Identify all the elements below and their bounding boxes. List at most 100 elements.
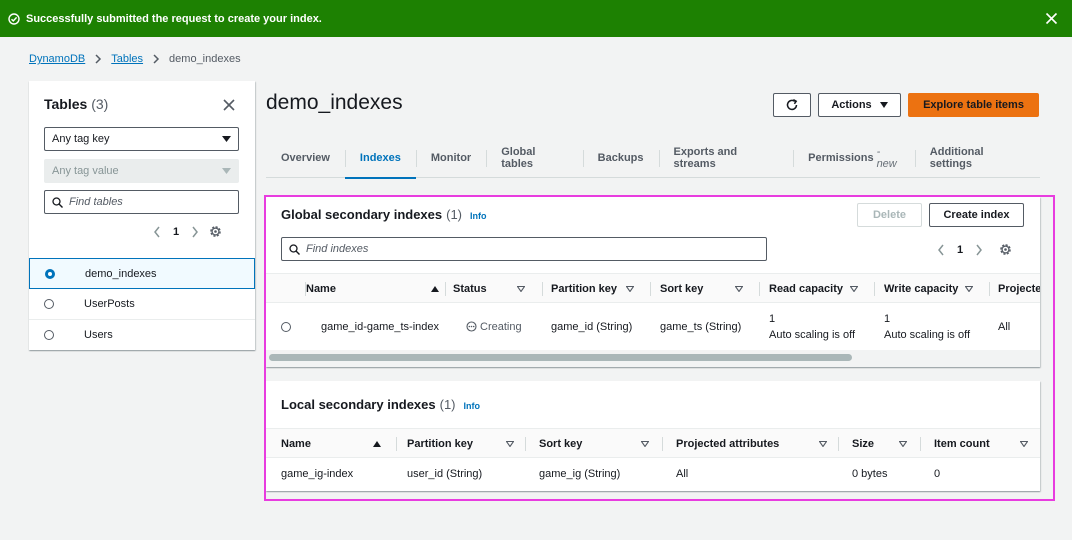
caret-down-icon bbox=[626, 286, 634, 292]
column-projected-attributes[interactable]: Projected attributes bbox=[662, 429, 831, 458]
column-partition-key[interactable]: Partition key bbox=[542, 274, 635, 303]
tab-indexes[interactable]: Indexes bbox=[344, 139, 416, 179]
caret-down-icon bbox=[879, 102, 888, 108]
column-label: Projected attributes bbox=[676, 437, 780, 450]
column-write-capacity[interactable]: Write capacity bbox=[874, 274, 979, 303]
status-text: Creating bbox=[480, 321, 522, 333]
lsi-info-link[interactable]: Info bbox=[464, 401, 481, 411]
tab-label: Exports and streams bbox=[673, 146, 738, 170]
column-item-count[interactable]: Item count bbox=[920, 429, 1034, 458]
gsi-pagination: 1 bbox=[937, 243, 1012, 256]
tab-label: Global tables bbox=[501, 146, 536, 170]
success-check-icon bbox=[8, 12, 20, 25]
caret-down-icon bbox=[965, 286, 973, 292]
breadcrumb-tables[interactable]: Tables bbox=[111, 53, 143, 65]
caret-down-icon bbox=[517, 286, 525, 292]
flash-message: Successfully submitted the request to cr… bbox=[26, 12, 322, 25]
find-indexes-input[interactable]: Find indexes bbox=[281, 237, 767, 261]
column-projected[interactable]: Projecte bbox=[989, 274, 1040, 303]
radio-button[interactable] bbox=[44, 329, 54, 340]
caret-down-icon bbox=[819, 441, 827, 447]
radio-button[interactable] bbox=[281, 322, 291, 332]
gsi-header: Global secondary indexes (1) Info bbox=[281, 207, 487, 222]
tab-overview[interactable]: Overview bbox=[266, 139, 345, 178]
create-index-button[interactable]: Create index bbox=[929, 203, 1024, 227]
write-scaling-value: Auto scaling is off bbox=[884, 329, 971, 341]
projected-value: All bbox=[676, 468, 689, 480]
search-icon bbox=[52, 197, 63, 208]
column-label: Status bbox=[453, 282, 487, 295]
column-partition-key[interactable]: Partition key bbox=[396, 429, 517, 458]
gear-icon[interactable] bbox=[209, 225, 222, 238]
column-sort-key[interactable]: Sort key bbox=[650, 274, 744, 303]
gear-icon[interactable] bbox=[999, 243, 1012, 256]
tab-additional-settings[interactable]: Additional settings bbox=[914, 139, 1040, 178]
chevron-right-icon bbox=[95, 54, 102, 64]
in-progress-icon bbox=[466, 321, 477, 332]
page-number[interactable]: 1 bbox=[957, 244, 963, 256]
write-capacity-value: 1 bbox=[884, 313, 891, 325]
caret-down-icon bbox=[850, 286, 858, 292]
page-number[interactable]: 1 bbox=[173, 226, 179, 238]
gsi-count: (1) bbox=[446, 207, 463, 222]
find-tables-input[interactable]: Find tables bbox=[44, 190, 239, 214]
radio-button[interactable] bbox=[44, 299, 54, 309]
tab-label: Additional settings bbox=[929, 146, 984, 170]
tab-exports-and-streams[interactable]: Exports and streams bbox=[658, 139, 794, 178]
table-row-demo-indexes[interactable]: demo_indexes bbox=[29, 258, 255, 289]
caret-down-icon bbox=[222, 136, 231, 142]
read-capacity-value: 1 bbox=[769, 313, 776, 325]
index-name: game_id-game_ts-index bbox=[321, 321, 440, 333]
caret-down-icon bbox=[899, 441, 907, 447]
chevron-right-icon bbox=[153, 54, 160, 64]
close-icon[interactable] bbox=[1045, 12, 1058, 25]
tab-label: Backups bbox=[597, 152, 644, 164]
tab-monitor[interactable]: Monitor bbox=[415, 139, 486, 178]
tag-key-select[interactable]: Any tag key bbox=[44, 127, 239, 151]
horizontal-scrollbar[interactable] bbox=[269, 354, 852, 361]
success-flash-bar: Successfully submitted the request to cr… bbox=[0, 0, 1072, 37]
table-row-userposts[interactable]: UserPosts bbox=[29, 289, 255, 320]
column-sort-key[interactable]: Sort key bbox=[525, 429, 654, 458]
column-size[interactable]: Size bbox=[838, 429, 912, 458]
column-name[interactable]: Name bbox=[281, 429, 381, 458]
column-label: Read capacity bbox=[769, 282, 843, 295]
column-status[interactable]: Status bbox=[445, 274, 525, 303]
column-label: Sort key bbox=[539, 437, 583, 450]
size-value: 0 bytes bbox=[852, 468, 888, 480]
table-name: demo_indexes bbox=[85, 267, 157, 280]
chevron-right-icon[interactable] bbox=[191, 226, 199, 238]
delete-index-button[interactable]: Delete bbox=[857, 203, 922, 227]
tab-label: Overview bbox=[281, 152, 330, 164]
refresh-button[interactable] bbox=[773, 93, 811, 117]
column-label: Sort key bbox=[660, 282, 704, 295]
table-tabs: Overview Indexes Monitor Global tables B… bbox=[266, 139, 1040, 179]
close-icon[interactable] bbox=[223, 99, 235, 111]
explore-table-items-button[interactable]: Explore table items bbox=[908, 93, 1039, 117]
breadcrumb: DynamoDB Tables demo_indexes bbox=[29, 53, 241, 65]
tab-global-tables[interactable]: Global tables bbox=[486, 139, 582, 178]
chevron-right-icon[interactable] bbox=[975, 244, 983, 256]
table-row-users[interactable]: Users bbox=[29, 319, 255, 350]
actions-button[interactable]: Actions bbox=[818, 93, 901, 117]
index-status: Creating bbox=[466, 321, 522, 333]
gsi-info-link[interactable]: Info bbox=[470, 211, 487, 221]
column-read-capacity[interactable]: Read capacity bbox=[759, 274, 861, 303]
chevron-left-icon[interactable] bbox=[153, 226, 161, 238]
caret-down-icon bbox=[641, 441, 649, 447]
chevron-left-icon[interactable] bbox=[937, 244, 945, 256]
tab-label: Indexes bbox=[359, 152, 401, 164]
tab-backups[interactable]: Backups bbox=[582, 139, 659, 178]
column-label: Partition key bbox=[551, 282, 618, 295]
breadcrumb-current: demo_indexes bbox=[169, 53, 241, 65]
gsi-title: Global secondary indexes bbox=[281, 207, 443, 222]
page-title: demo_indexes bbox=[266, 91, 403, 114]
column-label: Size bbox=[852, 437, 875, 450]
search-icon bbox=[289, 244, 300, 255]
breadcrumb-dynamodb[interactable]: DynamoDB bbox=[29, 53, 85, 65]
column-name[interactable]: Name bbox=[305, 274, 440, 303]
column-label: Name bbox=[306, 282, 336, 295]
tab-permissions[interactable]: Permissions - new bbox=[793, 139, 915, 178]
radio-selected[interactable] bbox=[45, 268, 55, 279]
lsi-header: Local secondary indexes (1) Info bbox=[281, 397, 480, 412]
